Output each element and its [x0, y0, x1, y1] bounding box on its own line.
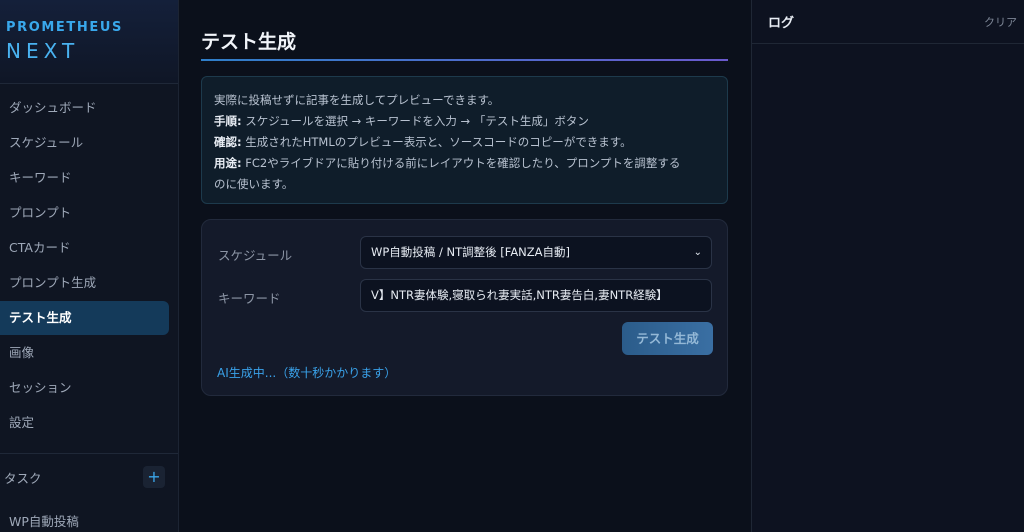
- test-generate-button[interactable]: テスト生成: [622, 322, 713, 355]
- info-confirm-text: 生成されたHTMLのプレビュー表示と、ソースコードのコピーができます。: [241, 135, 632, 149]
- log-title: ログ: [768, 16, 795, 31]
- page-title: テスト生成: [201, 31, 297, 53]
- log-header: ログ クリア: [752, 0, 1024, 44]
- sidebar-item-keywords[interactable]: キーワード: [0, 161, 169, 195]
- sidebar-item-prompts[interactable]: プロンプト: [0, 196, 169, 230]
- brand-logo[interactable]: PROMETHEUS NEXT: [0, 0, 178, 84]
- title-underline: [201, 59, 728, 61]
- info-confirm-label: 確認:: [214, 135, 242, 149]
- tasks-section-header: タスク +: [0, 454, 178, 500]
- keyword-label: キーワード: [218, 291, 281, 306]
- info-steps-label: 手順:: [214, 114, 242, 128]
- info-usage-label: 用途:: [214, 156, 242, 170]
- schedule-label: スケジュール: [218, 248, 293, 263]
- log-panel: ログ クリア: [751, 0, 1024, 532]
- schedule-select[interactable]: WP自動投稿 / NT調整後 [FANZA自動] ⌄: [360, 236, 712, 269]
- log-clear-button[interactable]: クリア: [984, 14, 1017, 30]
- info-steps-text: スケジュールを選択 → キーワードを入力 → 「テスト生成」ボタン: [241, 114, 589, 128]
- schedule-select-value: WP自動投稿 / NT調整後 [FANZA自動]: [371, 245, 571, 259]
- keyword-input[interactable]: V】NTR妻体験,寝取られ妻実話,NTR妻告白,妻NTR経験】: [360, 279, 712, 312]
- sidebar-item-images[interactable]: 画像: [0, 336, 169, 370]
- sidebar-item-schedule[interactable]: スケジュール: [0, 126, 169, 160]
- sidebar-item-settings[interactable]: 設定: [0, 406, 169, 440]
- main-content: テスト生成 実際に投稿せずに記事を生成してプレビューできます。 手順: スケジュ…: [180, 0, 751, 532]
- test-generation-form: スケジュール WP自動投稿 / NT調整後 [FANZA自動] ⌄ キーワード …: [201, 219, 728, 396]
- sidebar-item-prompt-generation[interactable]: プロンプト生成: [0, 266, 169, 300]
- info-usage: 用途: FC2やライブドアに貼り付ける前にレイアウトを確認したり、プロンプトを調…: [214, 153, 715, 174]
- generation-status: AI生成中...（数十秒かかります）: [217, 366, 397, 380]
- info-usage-cont: のに使います。: [214, 177, 294, 191]
- sidebar-nav: ダッシュボード スケジュール キーワード プロンプト CTAカード プロンプト生…: [0, 84, 178, 440]
- info-usage-text-1: FC2やライブドアに貼り付ける前にレイアウトを確認したり、プロンプトを調整する: [241, 156, 681, 170]
- tasks-header-label: タスク: [4, 470, 42, 486]
- info-steps: 手順: スケジュールを選択 → キーワードを入力 → 「テスト生成」ボタン: [214, 111, 715, 132]
- info-intro: 実際に投稿せずに記事を生成してプレビューできます。: [214, 93, 500, 107]
- sidebar-item-sessions[interactable]: セッション: [0, 371, 169, 405]
- sidebar-item-cta-cards[interactable]: CTAカード: [0, 231, 169, 265]
- info-box: 実際に投稿せずに記事を生成してプレビューできます。 手順: スケジュールを選択 …: [201, 76, 728, 204]
- sidebar-item-test-generation[interactable]: テスト生成: [0, 301, 169, 335]
- brand-name-bottom: NEXT: [6, 39, 80, 63]
- info-confirm: 確認: 生成されたHTMLのプレビュー表示と、ソースコードのコピーができます。: [214, 132, 715, 153]
- brand-name-top: PROMETHEUS: [6, 20, 123, 35]
- task-item-wp-autopost[interactable]: WP自動投稿: [0, 505, 178, 532]
- sidebar-item-dashboard[interactable]: ダッシュボード: [0, 91, 169, 125]
- sidebar: PROMETHEUS NEXT ダッシュボード スケジュール キーワード プロン…: [0, 0, 179, 532]
- chevron-down-icon: ⌄: [693, 247, 702, 258]
- add-task-button[interactable]: +: [143, 466, 165, 488]
